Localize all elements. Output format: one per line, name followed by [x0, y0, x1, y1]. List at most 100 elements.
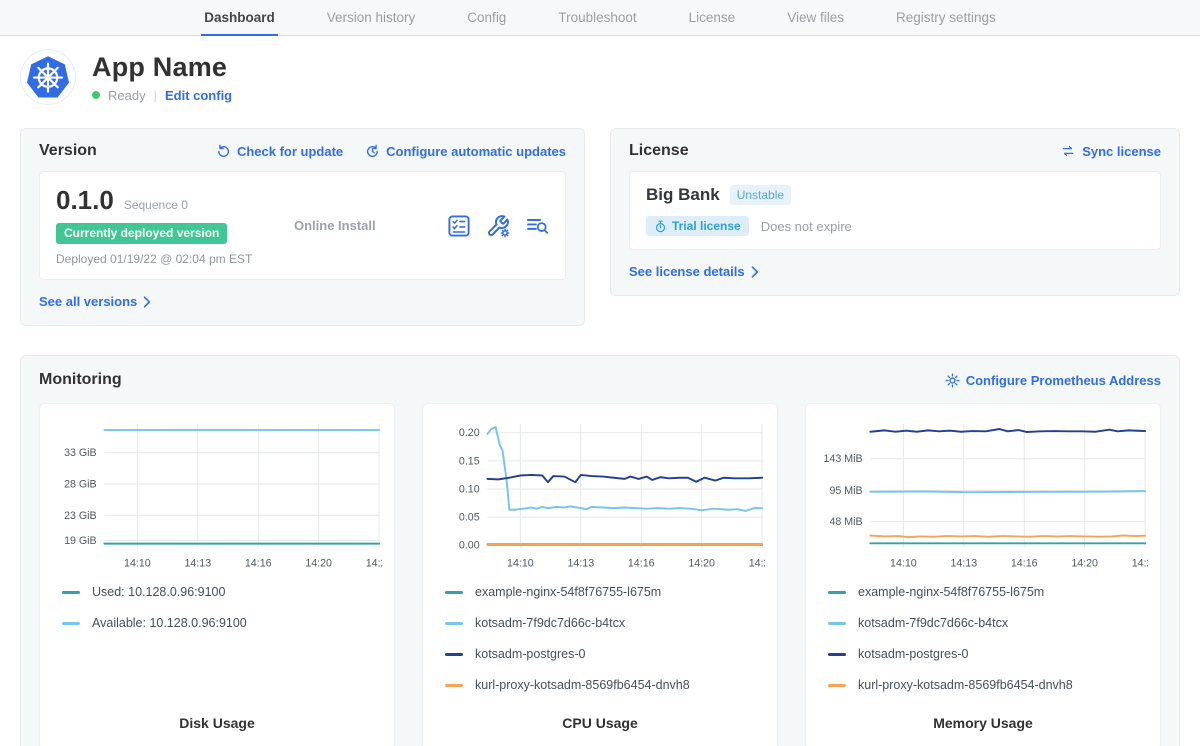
sync-license-label: Sync license — [1082, 144, 1161, 159]
legend-item: kotsadm-7f9dc7d66c-b4tcx — [828, 616, 1148, 630]
app-header: App Name Ready | Edit config — [20, 49, 1180, 105]
gear-icon — [945, 373, 960, 388]
legend-swatch — [828, 653, 846, 656]
svg-text:14:23: 14:23 — [749, 557, 765, 569]
svg-text:95 MiB: 95 MiB — [829, 485, 862, 497]
svg-text:14:16: 14:16 — [628, 557, 655, 569]
deploy-logs-icon[interactable] — [525, 214, 549, 238]
legend-swatch — [62, 622, 80, 625]
legend-item: kotsadm-postgres-0 — [828, 647, 1148, 661]
svg-text:0.00: 0.00 — [459, 540, 480, 552]
memory-usage-chart: 48 MiB95 MiB143 MiB14:1014:1314:1614:201… — [818, 416, 1148, 575]
config-wrench-icon[interactable] — [486, 214, 510, 238]
see-license-details-link[interactable]: See license details — [629, 264, 759, 279]
disk-usage-chart: 19 GiB23 GiB28 GiB33 GiB14:1014:1314:161… — [52, 416, 382, 575]
legend-item: kurl-proxy-kotsadm-8569fb6454-dnvh8 — [828, 678, 1148, 692]
legend-label: kotsadm-7f9dc7d66c-b4tcx — [475, 616, 625, 630]
see-license-details-label: See license details — [629, 264, 745, 279]
svg-text:14:20: 14:20 — [1071, 557, 1098, 569]
legend-swatch — [828, 591, 846, 594]
disk-usage-chart-card: 19 GiB23 GiB28 GiB33 GiB14:1014:1314:161… — [39, 403, 395, 746]
chart-title-memory: Memory Usage — [818, 709, 1148, 735]
chevron-right-icon — [751, 266, 759, 278]
svg-text:14:20: 14:20 — [305, 557, 332, 569]
status-text: Ready — [108, 88, 146, 103]
legend-label: example-nginx-54f8f76755-l675m — [475, 585, 661, 599]
license-panel: Big Bank Unstable Trial license Does not… — [629, 171, 1161, 250]
configure-automatic-updates-link[interactable]: Configure automatic updates — [365, 144, 566, 159]
tab-troubleshoot[interactable]: Troubleshoot — [555, 0, 639, 36]
cpu-usage-chart-card: 0.00 0.05 0.10 0.15 0.20 14:10 14:13 14:16 14:20… — [422, 403, 778, 746]
legend-swatch — [828, 684, 846, 687]
legend-item: Used: 10.128.0.96:9100 — [62, 585, 382, 599]
legend-item: example-nginx-54f8f76755-l675m — [445, 585, 765, 599]
app-header-text: App Name Ready | Edit config — [92, 52, 232, 103]
svg-text:19 GiB: 19 GiB — [64, 535, 97, 547]
sync-icon — [1060, 144, 1076, 158]
legend-label: Available: 10.128.0.96:9100 — [92, 616, 247, 630]
svg-text:0.15: 0.15 — [459, 455, 480, 467]
svg-text:0.05: 0.05 — [459, 511, 480, 523]
svg-text:14:23: 14:23 — [366, 557, 382, 569]
configure-prometheus-label: Configure Prometheus Address — [966, 373, 1161, 388]
version-card: Version Check for update — [20, 128, 585, 326]
svg-text:33 GiB: 33 GiB — [64, 447, 97, 459]
legend-item: kotsadm-7f9dc7d66c-b4tcx — [445, 616, 765, 630]
svg-text:14:23: 14:23 — [1132, 557, 1148, 569]
deployed-badge: Currently deployed version — [56, 223, 227, 244]
svg-text:14:16: 14:16 — [245, 557, 272, 569]
legend-item: kurl-proxy-kotsadm-8569fb6454-dnvh8 — [445, 678, 765, 692]
svg-text:14:16: 14:16 — [1011, 557, 1038, 569]
svg-text:14:13: 14:13 — [184, 557, 211, 569]
svg-text:14:10: 14:10 — [890, 557, 917, 569]
svg-text:23 GiB: 23 GiB — [64, 510, 97, 522]
license-card: License Sync license Big Bank Unstable — [610, 128, 1180, 296]
legend-label: Used: 10.128.0.96:9100 — [92, 585, 225, 599]
legend-swatch — [62, 591, 80, 594]
tab-registry-settings[interactable]: Registry settings — [893, 0, 999, 36]
app-title: App Name — [92, 52, 232, 83]
tab-config[interactable]: Config — [464, 0, 509, 36]
install-type-label: Online Install — [294, 218, 376, 233]
channel-badge: Unstable — [730, 185, 791, 205]
svg-text:14:10: 14:10 — [124, 557, 151, 569]
legend-swatch — [445, 591, 463, 594]
deployed-timestamp: Deployed 01/19/22 @ 02:04 pm EST — [56, 252, 266, 266]
sync-license-link[interactable]: Sync license — [1060, 144, 1161, 159]
version-number: 0.1.0 — [56, 185, 114, 216]
check-for-update-link[interactable]: Check for update — [216, 144, 343, 159]
configure-prometheus-link[interactable]: Configure Prometheus Address — [945, 373, 1161, 388]
cpu-usage-chart: 0.00 0.05 0.10 0.15 0.20 14:10 14:13 14:16 14:20… — [435, 416, 765, 575]
legend-swatch — [445, 622, 463, 625]
trial-license-badge: Trial license — [646, 216, 749, 236]
tab-version-history[interactable]: Version history — [324, 0, 419, 36]
svg-text:143 MiB: 143 MiB — [824, 453, 863, 465]
legend-label: kotsadm-postgres-0 — [475, 647, 585, 661]
legend-label: kotsadm-7f9dc7d66c-b4tcx — [858, 616, 1008, 630]
legend-swatch — [828, 622, 846, 625]
legend-item: Available: 10.128.0.96:9100 — [62, 616, 382, 630]
tab-dashboard[interactable]: Dashboard — [201, 0, 278, 36]
kubernetes-logo-icon — [20, 49, 76, 105]
legend-item: example-nginx-54f8f76755-l675m — [828, 585, 1148, 599]
svg-text:0.10: 0.10 — [459, 483, 480, 495]
see-all-versions-link[interactable]: See all versions — [39, 294, 151, 309]
tab-view-files[interactable]: View files — [784, 0, 847, 36]
check-for-update-label: Check for update — [237, 144, 343, 159]
tab-license[interactable]: License — [686, 0, 739, 36]
svg-text:14:10: 14:10 — [507, 557, 534, 569]
edit-config-link[interactable]: Edit config — [165, 88, 232, 103]
legend-item: kotsadm-postgres-0 — [445, 647, 765, 661]
license-heading: License — [629, 142, 689, 160]
preflight-checks-icon[interactable] — [447, 214, 471, 238]
see-all-versions-label: See all versions — [39, 294, 137, 309]
svg-text:48 MiB: 48 MiB — [829, 516, 862, 528]
stopwatch-icon — [654, 220, 667, 233]
license-name: Big Bank — [646, 185, 720, 205]
svg-text:14:13: 14:13 — [567, 557, 594, 569]
svg-text:14:20: 14:20 — [688, 557, 715, 569]
memory-usage-chart-card: 48 MiB95 MiB143 MiB14:1014:1314:1614:201… — [805, 403, 1161, 746]
refresh-icon — [216, 144, 231, 159]
current-version-panel: 0.1.0 Sequence 0 Currently deployed vers… — [39, 171, 566, 280]
svg-text:0.20: 0.20 — [459, 427, 480, 439]
